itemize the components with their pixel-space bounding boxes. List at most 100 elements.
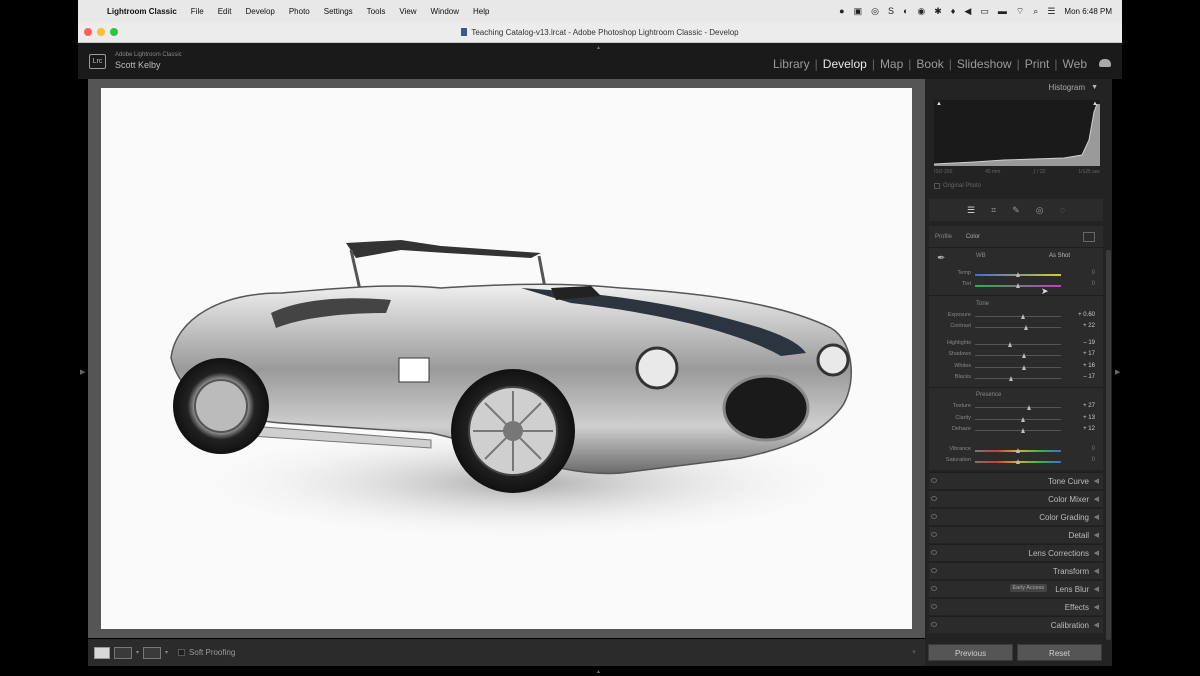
contrast-slider-row[interactable]: Contrast + 22 [929,323,1103,332]
temp-value[interactable]: 0 [1092,270,1095,276]
texture-value[interactable]: + 27 [1083,403,1095,409]
tint-knob[interactable] [1015,283,1020,288]
dehaze-track[interactable] [975,428,1061,433]
whites-track[interactable] [975,365,1061,370]
contrast-knob[interactable] [1024,325,1029,330]
whites-knob[interactable] [1022,365,1027,370]
highlights-value[interactable]: – 19 [1083,340,1095,346]
chevron-down-icon[interactable]: ▾ [136,649,139,656]
highlights-slider-row[interactable]: Highlights – 19 [929,340,1103,349]
original-photo-toggle[interactable]: Original Photo [934,183,981,189]
previous-button[interactable]: Previous [928,644,1013,661]
swap-before-after-button[interactable] [143,646,162,659]
dehaze-slider-row[interactable]: Dehaze + 12 [929,426,1103,435]
eye-icon[interactable] [931,550,937,555]
exposure-track[interactable] [975,314,1061,319]
soft-proofing-checkbox[interactable] [178,649,186,656]
photo[interactable] [101,88,912,629]
lens-corrections-panel[interactable]: Lens Corrections ◀ [929,544,1103,561]
profile-select[interactable]: Color [966,234,980,240]
tone-curve-panel[interactable]: Tone Curve ◀ [929,472,1103,489]
chat-icon[interactable]: ◉ [917,6,925,17]
histogram-header[interactable]: Histogram ▼ [929,80,1103,96]
module-print[interactable]: Print [1020,57,1055,71]
detail-panel[interactable]: Detail ◀ [929,526,1103,543]
notification-icon[interactable]: ● [839,6,844,16]
whites-slider-row[interactable]: Whites + 16 [929,363,1103,372]
eye-icon[interactable] [931,622,937,627]
wb-select[interactable]: As Shot [1049,253,1070,259]
whites-value[interactable]: + 16 [1083,363,1095,369]
menu-edit[interactable]: Edit [211,7,239,16]
module-library[interactable]: Library [768,57,815,71]
module-web[interactable]: Web [1058,57,1092,71]
temp-track[interactable] [975,272,1061,277]
shadows-slider-row[interactable]: Shadows + 17 [929,351,1103,360]
module-map[interactable]: Map [875,57,908,71]
vibrance-track[interactable] [975,448,1061,453]
eye-icon[interactable] [931,604,937,609]
eye-icon[interactable] [931,514,937,519]
module-book[interactable]: Book [911,57,948,71]
bottom-panel-toggle-icon[interactable]: ▲ [596,669,601,675]
menu-view[interactable]: View [392,7,423,16]
volume-icon[interactable]: ◀ [964,6,971,17]
s-app-icon[interactable]: S [888,6,894,16]
eye-icon[interactable] [931,496,937,501]
clarity-knob[interactable] [1020,417,1025,422]
lens-blur-panel[interactable]: Early Access Lens Blur ◀ [929,580,1103,597]
shadows-track[interactable] [975,353,1061,358]
menu-window[interactable]: Window [424,7,466,16]
bluetooth-icon[interactable]: ✱ [934,6,942,17]
clarity-track[interactable] [975,417,1061,422]
before-after-view-button[interactable] [114,646,132,659]
shadows-knob[interactable] [1022,353,1027,358]
sync-icon[interactable]: ◎ [871,6,879,17]
tint-value[interactable]: 0 [1092,281,1095,287]
highlight-clipping-icon[interactable]: ▲ [1092,101,1098,107]
toolbar-menu-icon[interactable]: ▼ [911,650,917,656]
chevron-down-icon[interactable]: ▾ [165,649,168,656]
minimize-window-button[interactable] [97,28,105,36]
texture-knob[interactable] [1026,405,1031,410]
saturation-slider-row[interactable]: Saturation 0 [929,457,1103,466]
module-slideshow[interactable]: Slideshow [952,57,1017,71]
cloud-sync-icon[interactable] [1099,59,1111,67]
texture-slider-row[interactable]: Texture + 27 [929,403,1103,412]
blacks-track[interactable] [975,376,1061,381]
cloud-app-icon[interactable]: ◐ [903,6,908,16]
menu-photo[interactable]: Photo [282,7,317,16]
dehaze-value[interactable]: + 12 [1083,426,1095,432]
vibrance-value[interactable]: 0 [1092,446,1095,452]
original-photo-checkbox[interactable] [934,183,940,189]
camera-icon[interactable]: ▣ [854,6,863,17]
reset-button[interactable]: Reset [1017,644,1102,661]
loupe-view-button[interactable] [94,646,110,659]
identity-user[interactable]: Scott Kelby [115,60,161,70]
top-panel-toggle-icon[interactable]: ▲ [596,45,601,51]
module-develop[interactable]: Develop [818,57,872,71]
texture-track[interactable] [975,405,1061,410]
color-grading-panel[interactable]: Color Grading ◀ [929,508,1103,525]
eyedropper-icon[interactable]: ✒ [937,253,949,269]
highlights-knob[interactable] [1007,342,1012,347]
tint-slider-row[interactable]: Tint 0 [929,281,1103,290]
highlights-track[interactable] [975,342,1061,347]
profile-browser-icon[interactable] [1083,232,1095,242]
control-center-icon[interactable]: ☰ [1047,6,1055,17]
battery-icon[interactable]: ▬ [998,6,1007,16]
eye-icon[interactable] [931,568,937,573]
red-eye-icon[interactable]: ◎ [1036,205,1044,216]
vibrance-knob[interactable] [1015,448,1020,453]
masking-icon[interactable]: ◌ [1060,205,1065,215]
shadows-value[interactable]: + 17 [1083,351,1095,357]
blacks-slider-row[interactable]: Blacks – 17 [929,374,1103,383]
menu-clock[interactable]: Mon 6:48 PM [1064,7,1112,16]
right-panel-toggle-icon[interactable]: ▶ [1115,368,1120,376]
transform-panel[interactable]: Transform ◀ [929,562,1103,579]
menu-app-name[interactable]: Lightroom Classic [100,7,184,16]
healing-icon[interactable]: ✎ [1012,205,1020,216]
contrast-track[interactable] [975,325,1061,330]
menu-develop[interactable]: Develop [238,7,281,16]
clarity-slider-row[interactable]: Clarity + 13 [929,415,1103,424]
